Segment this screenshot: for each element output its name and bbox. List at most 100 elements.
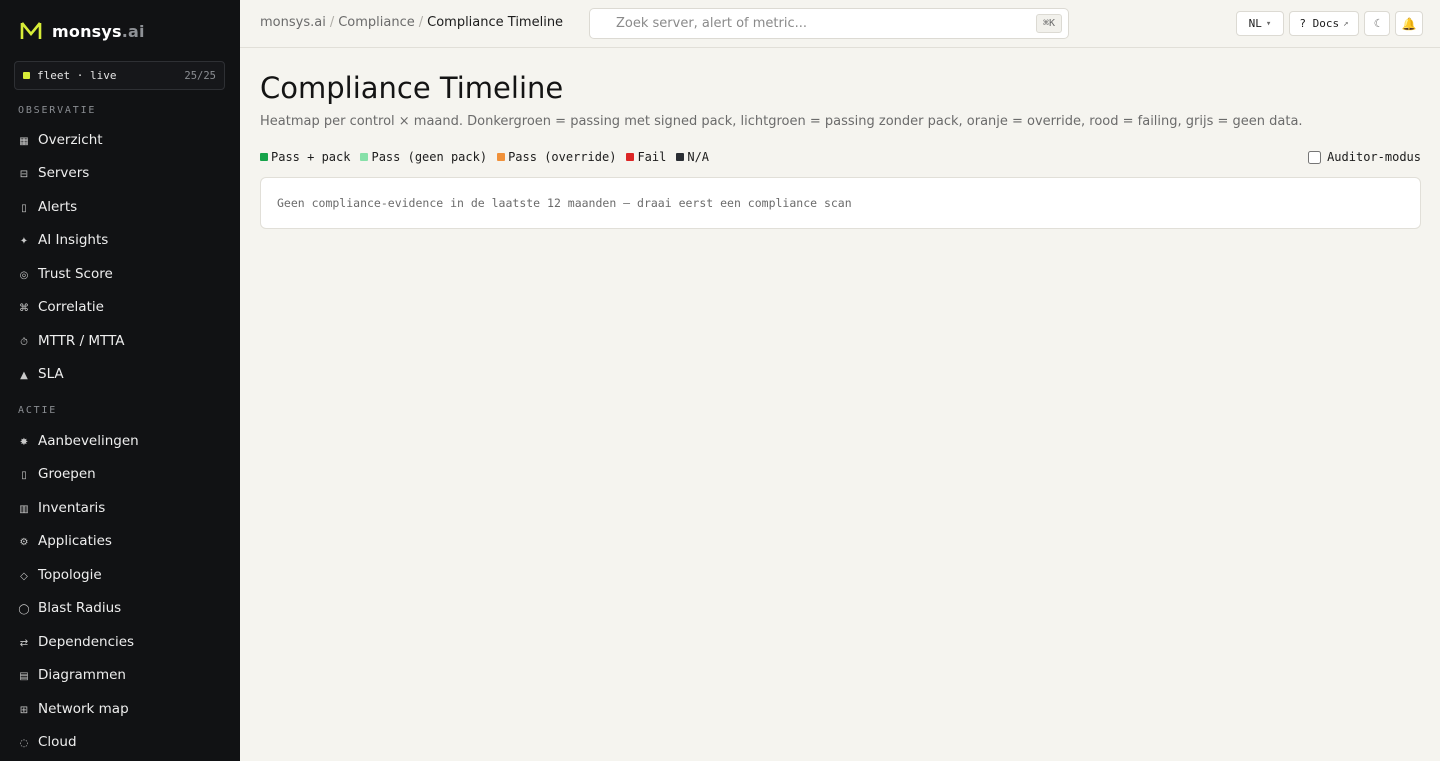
empty-state: Geen compliance-evidence in de laatste 1… — [260, 177, 1421, 229]
legend-label: N/A — [687, 150, 710, 164]
legend-item-pass-no-pack: Pass (geen pack) — [360, 150, 487, 164]
page-title: Compliance Timeline — [260, 71, 564, 105]
command-icon: ⌘ — [19, 303, 29, 314]
sidebar-item-network-map[interactable]: ⊞ Network map — [14, 694, 226, 724]
sidebar-item-alerts[interactable]: ▯ Alerts — [14, 192, 226, 222]
legend-swatch — [360, 153, 369, 161]
sidebar-item-label: Topologie — [38, 567, 102, 583]
sidebar-item-label: Servers — [38, 165, 90, 181]
triangle-icon: ▲ — [20, 370, 28, 381]
empty-state-message: Geen compliance-evidence in de laatste 1… — [277, 196, 852, 210]
legend-label: Pass + pack — [271, 150, 351, 164]
search-input[interactable] — [616, 9, 1026, 38]
chevron-down-icon: ▾ — [1265, 18, 1272, 29]
theme-toggle[interactable]: ☾ — [1364, 11, 1390, 36]
breadcrumb-current: Compliance Timeline — [427, 15, 564, 30]
legend-item-pass-pack: Pass + pack — [260, 150, 350, 164]
sidebar-item-label: SLA — [38, 366, 64, 382]
fleet-count: 25/25 — [184, 69, 216, 82]
language-select[interactable]: NL ▾ — [1236, 11, 1284, 36]
legend-swatch — [260, 153, 268, 161]
circle-icon: ◯ — [18, 604, 30, 615]
search-shortcut: ⌘K — [1035, 14, 1062, 33]
sidebar-item-label: Applicaties — [38, 533, 112, 549]
auditor-mode-checkbox[interactable] — [1308, 150, 1322, 164]
sidebar-item-applicaties[interactable]: ⚙ Applicaties — [14, 526, 226, 556]
sidebar-item-servers[interactable]: ⊟ Servers — [14, 158, 226, 188]
folder-icon: ▯ — [21, 470, 27, 481]
section-label-actie: ACTIE — [18, 405, 58, 416]
auditor-mode-label: Auditor-modus — [1327, 150, 1421, 164]
sidebar-item-aanbevelingen[interactable]: ✸ Aanbevelingen — [14, 426, 226, 456]
brand-name: monsys.ai — [52, 21, 145, 41]
fleet-status[interactable]: fleet · live 25/25 — [14, 61, 225, 90]
bell-icon: ▯ — [21, 203, 27, 214]
sidebar-item-blast-radius[interactable]: ◯ Blast Radius — [14, 593, 226, 623]
gear-icon: ⚙ — [19, 537, 29, 548]
legend-swatch — [676, 153, 685, 161]
sidebar-item-topologie[interactable]: ◇ Topologie — [14, 560, 226, 590]
diamond-icon: ◇ — [20, 571, 28, 582]
breadcrumb-separator: / — [418, 15, 424, 30]
external-link-icon: ↗ — [1343, 18, 1349, 29]
list-icon: ▥ — [19, 504, 29, 515]
sidebar-item-label: Alerts — [38, 199, 78, 215]
legend-item-pass-override: Pass (override) — [497, 150, 616, 164]
logo-icon — [20, 22, 42, 39]
legend-item-fail: Fail — [626, 150, 666, 164]
sidebar-item-dependencies[interactable]: ⇄ Dependencies — [14, 627, 226, 657]
breadcrumb-home[interactable]: monsys.ai — [260, 15, 326, 30]
sidebar-item-label: Dependencies — [38, 634, 135, 650]
sidebar-item-label: MTTR / MTTA — [38, 333, 125, 349]
docs-label: ? Docs — [1299, 17, 1340, 30]
server-icon: ⊟ — [19, 169, 29, 180]
sparkle-icon: ✦ — [19, 236, 29, 247]
breadcrumb-compliance[interactable]: Compliance — [338, 15, 415, 30]
sidebar-item-ai-insights[interactable]: ✦ AI Insights — [14, 225, 226, 255]
legend-label: Pass (override) — [508, 150, 617, 164]
language-label: NL — [1248, 17, 1262, 30]
brand[interactable]: monsys.ai — [20, 18, 145, 44]
sidebar-item-label: Groepen — [38, 466, 96, 482]
moon-icon: ☾ — [1373, 17, 1381, 30]
docs-button[interactable]: ? Docs ↗ — [1289, 11, 1359, 36]
sidebar-item-inventaris[interactable]: ▥ Inventaris — [14, 493, 226, 523]
notifications-button[interactable]: 🔔 — [1395, 11, 1423, 36]
page-description: Heatmap per control × maand. Donkergroen… — [260, 114, 1303, 129]
sidebar-item-mttr-mtta[interactable]: ⏱ MTTR / MTTA — [14, 326, 226, 356]
sidebar-item-label: AI Insights — [38, 232, 109, 248]
sidebar-item-label: Trust Score — [38, 266, 113, 282]
legend-label: Fail — [637, 150, 667, 164]
sidebar-item-label: Blast Radius — [38, 600, 122, 616]
sidebar-item-diagrammen[interactable]: ▤ Diagrammen — [14, 660, 226, 690]
legend-item-na: N/A — [676, 150, 709, 164]
breadcrumb: monsys.ai / Compliance / Compliance Timeline — [260, 15, 563, 30]
sidebar-item-label: Overzicht — [38, 132, 103, 148]
sidebar-item-cloud[interactable]: ◌ Cloud — [14, 727, 226, 757]
stopwatch-icon: ⏱ — [20, 337, 28, 348]
sidebar-item-overzicht[interactable]: ▦ Overzicht — [14, 125, 226, 155]
live-indicator — [23, 72, 30, 79]
sidebar-item-label: Inventaris — [38, 500, 106, 516]
fleet-label: fleet · live — [37, 69, 117, 82]
sidebar-item-trust-score[interactable]: ◎ Trust Score — [14, 259, 226, 289]
sidebar-item-correlatie[interactable]: ⌘ Correlatie — [14, 292, 226, 322]
legend-label: Pass (geen pack) — [371, 150, 488, 164]
heatmap-legend: Pass + pack Pass (geen pack) Pass (overr… — [260, 150, 719, 164]
sidebar: monsys.ai fleet · live 25/25 OBSERVATIE … — [0, 0, 240, 761]
breadcrumb-separator: / — [329, 15, 335, 30]
search-box[interactable]: ⌘K — [589, 8, 1069, 39]
sidebar-item-groepen[interactable]: ▯ Groepen — [14, 459, 226, 489]
swap-icon: ⇄ — [19, 638, 29, 649]
sidebar-item-label: Aanbevelingen — [38, 433, 139, 449]
search-icon — [600, 18, 612, 30]
topbar: monsys.ai / Compliance / Compliance Timeline… — [240, 0, 1440, 48]
legend-swatch — [626, 153, 635, 161]
sidebar-item-label: Cloud — [38, 734, 77, 750]
bell-icon: 🔔 — [1401, 16, 1417, 31]
sidebar-item-sla[interactable]: ▲ SLA — [14, 359, 226, 389]
sidebar-item-label: Diagrammen — [38, 667, 126, 683]
star-icon: ✸ — [19, 437, 29, 448]
auditor-mode-toggle[interactable]: Auditor-modus — [1308, 150, 1421, 164]
network-icon: ⊞ — [19, 705, 29, 716]
